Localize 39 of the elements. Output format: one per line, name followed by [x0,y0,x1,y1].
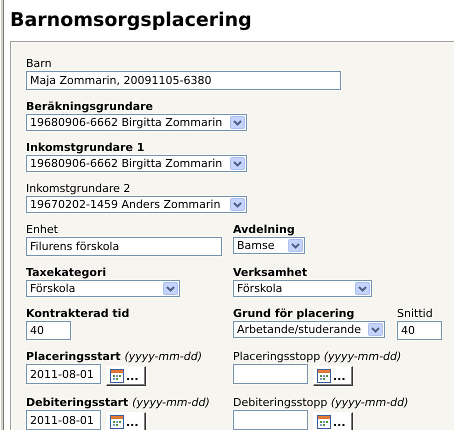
field-label: Grund för placering [233,307,356,321]
page-title: Barnomsorgsplacering [10,8,253,33]
field-label: Inkomstgrundare 1 [26,141,146,155]
date-picker-button[interactable]: ... [313,412,353,430]
date-field[interactable]: 2011-08-01 [26,364,101,384]
dropdown[interactable]: Förskola [233,280,372,297]
field-label: Kontrakterad tid [26,307,130,321]
field-label: Snittid [397,307,434,321]
calendar-icon [317,369,331,383]
field-label: Enhet [26,223,59,237]
calendar-icon [110,415,124,429]
dropdown[interactable]: 19680906-6662 Birgitta Zommarin [26,155,247,172]
field-label: Barn [26,57,53,71]
dropdown[interactable]: Förskola [26,280,180,297]
field-label: Placeringsstart (yyyy-mm-dd) [26,350,204,364]
text-field[interactable]: 40 [397,321,442,340]
date-field[interactable] [233,364,308,384]
field-label: Avdelning [233,223,296,237]
text-field[interactable]: 40 [26,321,71,340]
field-label: Beräkningsgrundare [26,100,154,114]
dropdown[interactable]: Arbetande/studerande [233,321,385,338]
dropdown[interactable]: 19680906-6662 Birgitta Zommarin [26,114,247,131]
field-label: Inkomstgrundare 2 [26,182,132,196]
calendar-icon [110,369,124,383]
date-picker-button[interactable]: ... [106,366,146,386]
dropdown[interactable]: 19670202-1459 Anders Zommarin [26,196,247,213]
field-label: Taxekategori [26,266,108,280]
calendar-icon [317,415,331,429]
field-label: Debiteringsstart (yyyy-mm-dd) [26,396,211,410]
field-label: Verksamhet [233,266,308,280]
text-field[interactable]: Filurens förskola [26,237,222,256]
text-field[interactable]: Maja Zommarin, 20091105-6380 [26,71,341,90]
date-picker-button[interactable]: ... [106,412,146,430]
date-field[interactable]: 2011-08-01 [26,410,101,430]
dropdown[interactable]: Bamse [233,237,305,254]
field-label: Debiteringsstopp (yyyy-mm-dd) [233,396,408,410]
field-label: Placeringsstopp (yyyy-mm-dd) [233,350,402,364]
date-field[interactable] [233,410,308,430]
date-picker-button[interactable]: ... [313,366,353,386]
